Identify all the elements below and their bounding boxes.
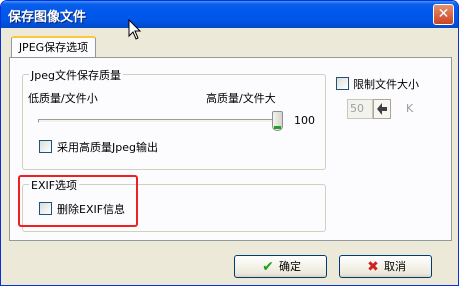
spin-arrow-icon xyxy=(377,103,387,115)
quality-slider-thumb[interactable] xyxy=(272,111,283,131)
file-size-spinner[interactable] xyxy=(373,99,391,119)
limit-file-size-checkbox[interactable] xyxy=(336,77,349,90)
file-size-unit: K xyxy=(406,102,414,115)
quality-value: 100 xyxy=(294,114,315,127)
cancel-button[interactable]: ✖ 取消 xyxy=(339,255,432,278)
dialog-title: 保存图像文件 xyxy=(8,10,87,25)
high-quality-jpeg-checkbox[interactable] xyxy=(39,140,52,153)
high-quality-jpeg-label[interactable]: 采用高质量Jpeg输出 xyxy=(57,139,158,155)
ok-button[interactable]: ✔ 确定 xyxy=(234,255,327,278)
exif-highlight-frame xyxy=(18,175,138,227)
title-bar: 保存图像文件 ✕ xyxy=(1,1,458,28)
high-quality-label: 高质量/文件大 xyxy=(206,92,276,105)
quality-group-legend: Jpeg文件保存质量 xyxy=(29,67,123,83)
limit-file-size-label[interactable]: 限制文件大小 xyxy=(353,76,419,92)
mouse-pointer-icon xyxy=(128,19,142,40)
close-button[interactable]: ✕ xyxy=(433,4,454,25)
checkmark-icon: ✔ xyxy=(262,258,274,275)
tab-jpeg-options[interactable]: JPEG保存选项 xyxy=(11,36,96,58)
quality-slider-track[interactable] xyxy=(38,119,280,123)
file-size-input[interactable]: 50 xyxy=(347,99,373,119)
save-image-dialog: 保存图像文件 ✕ JPEG保存选项 Jpeg文件保存质量 EXIF选项 低质量/… xyxy=(0,0,459,286)
cancel-button-label: 取消 xyxy=(384,260,406,273)
close-icon: ✕ xyxy=(437,6,450,22)
cross-icon: ✖ xyxy=(367,258,379,275)
ok-button-label: 确定 xyxy=(279,260,301,273)
low-quality-label: 低质量/文件小 xyxy=(28,92,98,105)
